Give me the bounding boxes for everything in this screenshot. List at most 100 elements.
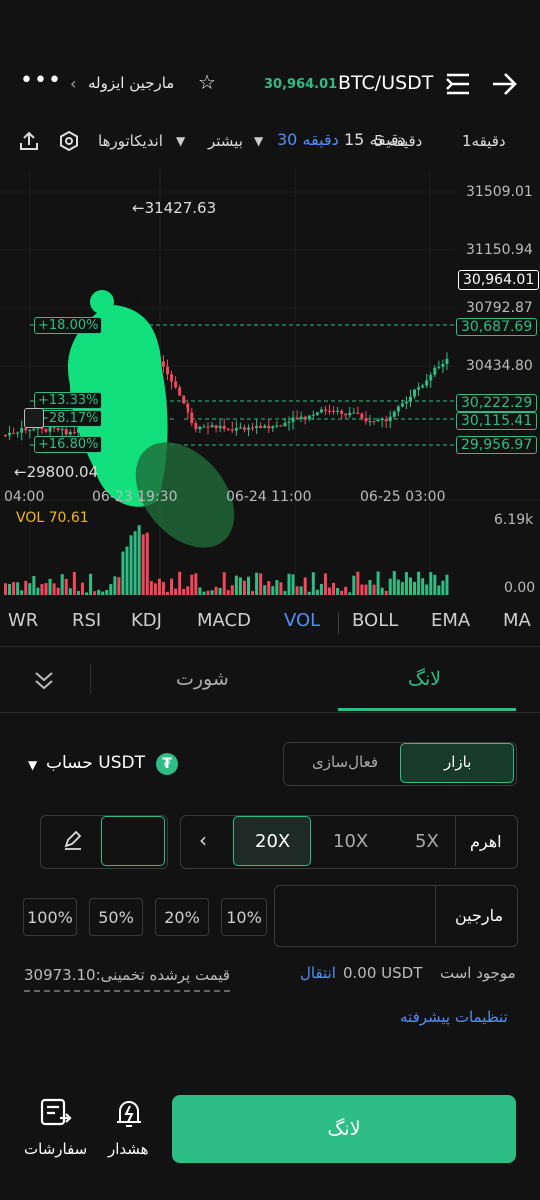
transfer-link[interactable]: انتقال: [300, 964, 336, 982]
candle-body: [24, 428, 28, 431]
volume-bar: [182, 588, 186, 595]
tab-boll[interactable]: BOLL: [352, 610, 398, 631]
volume-bar: [133, 531, 137, 595]
margin-input[interactable]: [277, 888, 431, 942]
volume-bar: [214, 586, 218, 595]
pct-100-button[interactable]: 100%: [23, 898, 77, 936]
volume-bar: [417, 571, 421, 595]
advanced-settings-link[interactable]: تنظیمات پیشرفته: [400, 1008, 508, 1026]
tab-vol[interactable]: VOL: [284, 610, 320, 631]
pct-20-button[interactable]: 20%: [155, 898, 209, 936]
tab-long[interactable]: لانگ: [408, 668, 441, 690]
timeframe-30m[interactable]: دقیقه 30: [277, 130, 339, 149]
share-icon[interactable]: [18, 130, 40, 156]
tab-rsi[interactable]: RSI: [72, 610, 101, 631]
time-tick: 04:00: [4, 489, 45, 505]
volume-bar: [255, 572, 259, 595]
volume-bar: [44, 583, 48, 595]
order-type-activate[interactable]: فعال‌سازی: [312, 753, 378, 771]
candle-body: [437, 366, 441, 368]
tab-ema[interactable]: EMA: [431, 610, 470, 631]
leverage-edit-box: [40, 815, 168, 869]
volume-bar: [295, 586, 299, 595]
candle-body: [291, 417, 295, 422]
pair-list-icon[interactable]: [445, 72, 471, 100]
favorite-star-icon[interactable]: ☆: [198, 70, 216, 94]
leverage-custom-input[interactable]: [101, 816, 165, 866]
more-timeframes-button[interactable]: بیشتر: [208, 132, 243, 150]
volume-bar: [251, 591, 255, 595]
pct-10-button[interactable]: 10%: [221, 898, 267, 936]
account-selector[interactable]: حساب USDT: [46, 753, 145, 773]
volume-bar: [259, 573, 263, 595]
volume-bar: [190, 574, 194, 595]
collapse-chevron-icon[interactable]: [32, 668, 56, 696]
time-tick: 06-23 19:30: [92, 489, 178, 505]
orders-icon[interactable]: [40, 1098, 72, 1132]
submit-long-button[interactable]: لانگ: [172, 1095, 516, 1163]
volume-bar: [356, 571, 360, 595]
candle-body: [315, 412, 319, 415]
pair-name[interactable]: BTC/USDT: [338, 72, 433, 94]
estimated-liquidation-price: قیمت پرشده تخمینی:30973.10: [24, 966, 231, 992]
candle-body: [8, 432, 12, 436]
volume-bar: [89, 573, 93, 595]
timeframe-5m[interactable]: دقیقه 5: [374, 132, 422, 150]
leverage-10x[interactable]: 10X: [333, 831, 368, 852]
alert-bell-icon[interactable]: [114, 1098, 144, 1132]
pencil-icon[interactable]: [63, 830, 83, 854]
candlestick-chart[interactable]: [0, 170, 540, 600]
candle-body: [48, 426, 52, 432]
candle-body: [44, 429, 48, 432]
back-arrow-icon[interactable]: [490, 70, 520, 102]
orders-label[interactable]: سفارشات: [24, 1140, 87, 1158]
candle-body: [348, 412, 352, 416]
active-tab-indicator: [338, 708, 516, 711]
chevron-down-icon: ▼: [28, 758, 38, 772]
price-chart[interactable]: 31509.01 31150.94 30,964.01 30792.87 30,…: [0, 170, 540, 600]
candle-body: [267, 425, 271, 429]
candle-body: [283, 422, 287, 427]
chevron-left-icon[interactable]: ‹: [199, 828, 207, 852]
tab-macd[interactable]: MACD: [197, 610, 251, 631]
pct-50-button[interactable]: 50%: [89, 898, 143, 936]
tab-kdj[interactable]: KDJ: [131, 610, 162, 631]
candle-body: [198, 426, 202, 430]
pct-tag: +13.33%: [34, 392, 103, 409]
tab-wr[interactable]: WR: [8, 610, 38, 631]
leverage-20x[interactable]: 20X: [255, 831, 290, 852]
low-label: ←29800.04: [14, 463, 99, 481]
candle-body: [242, 427, 246, 430]
candle-body: [68, 431, 72, 435]
volume-bar: [20, 590, 24, 595]
volume-bar: [247, 576, 250, 595]
candle-body: [295, 417, 299, 419]
candle-body: [56, 428, 60, 430]
timeframe-1m[interactable]: دقیقه1: [462, 132, 506, 150]
volume-bar: [299, 586, 303, 595]
candle-body: [178, 387, 182, 396]
collapse-icon[interactable]: [24, 408, 44, 428]
candle-body: [182, 395, 186, 404]
indicators-button[interactable]: اندیکاتورها: [98, 132, 163, 150]
time-tick: 06-25 03:00: [360, 489, 446, 505]
timeframe-row: ▼ اندیکاتورها ▼ بیشتر دقیقه 30 دقیقه 15 …: [0, 128, 540, 158]
volume-bar: [283, 591, 287, 595]
margin-mode[interactable]: مارجین ایزوله: [88, 74, 174, 92]
order-type-market[interactable]: بازار: [444, 753, 471, 771]
candle-body: [64, 429, 68, 435]
leverage-label: اهرم: [470, 832, 502, 851]
volume-bar: [32, 575, 36, 595]
more-menu-button[interactable]: •••: [20, 68, 62, 93]
candle-body: [319, 409, 323, 413]
candle-body: [303, 416, 307, 419]
volume-bar: [404, 572, 408, 595]
volume-bar: [336, 588, 340, 595]
volume-bar: [344, 586, 348, 595]
alert-label[interactable]: هشدار: [108, 1140, 149, 1158]
leverage-5x[interactable]: 5X: [415, 831, 439, 852]
tab-ma[interactable]: MA: [503, 610, 531, 631]
volume-bar: [68, 588, 72, 595]
settings-gear-icon[interactable]: [58, 130, 80, 156]
tab-short[interactable]: شورت: [176, 668, 229, 690]
